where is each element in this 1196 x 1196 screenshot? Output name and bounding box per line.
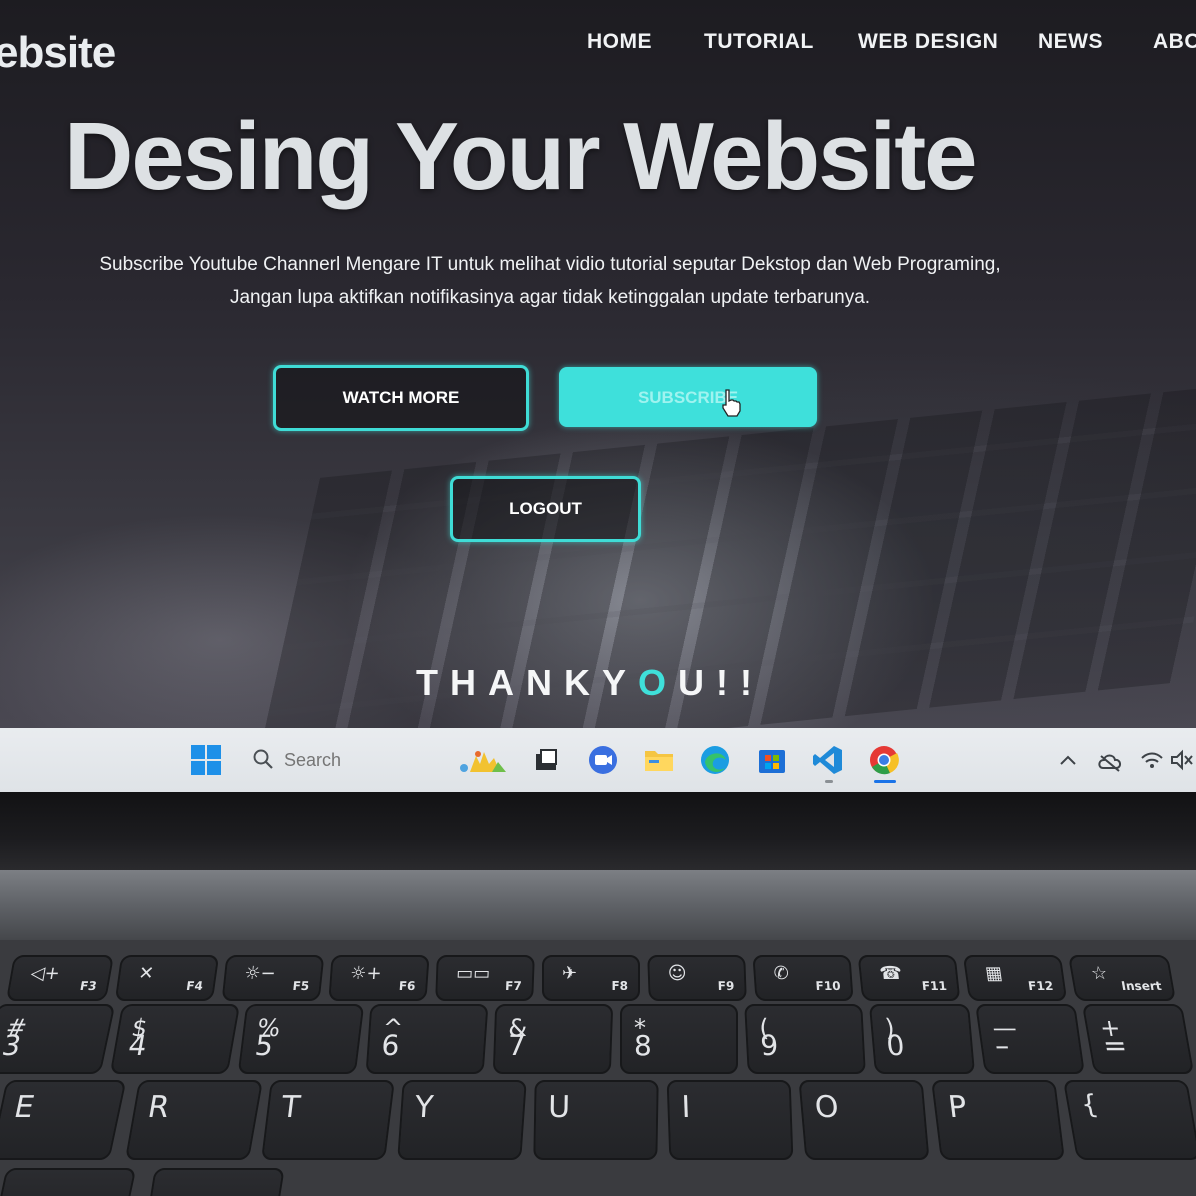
key-6[interactable]: ^ 6 xyxy=(365,1004,489,1074)
taskbar-search[interactable] xyxy=(250,744,450,776)
chrome-active-indicator xyxy=(874,780,896,783)
main-nav: HOME TUTORIAL WEB DESIGN NEWS ABO xyxy=(0,30,1196,60)
hero-text-line-1: Subscribe Youtube Channerl Mengare IT un… xyxy=(99,254,1001,275)
laptop-bezel xyxy=(0,792,1196,870)
hand-cursor-icon xyxy=(722,389,741,417)
key-f8[interactable]: ✈ F8 xyxy=(542,955,640,1001)
thank-you-highlight: O xyxy=(638,662,679,703)
key-partial-1[interactable] xyxy=(0,1168,137,1196)
search-icon xyxy=(253,749,273,769)
watch-more-button[interactable]: WATCH MORE xyxy=(273,365,529,431)
key-0[interactable]: ) 0 xyxy=(868,1004,976,1074)
thank-you-text: THANKYOU!! xyxy=(416,662,764,704)
photo-of-laptop: { "site": { "brand": "ebsite", "nav": ["… xyxy=(0,0,1196,1196)
start-icon[interactable] xyxy=(190,744,222,776)
star-icon: ☆ xyxy=(1089,963,1110,984)
nav-web-design[interactable]: WEB DESIGN xyxy=(858,30,998,54)
key-8[interactable]: * 8 xyxy=(620,1004,738,1074)
hang-up-icon: ☎ xyxy=(878,963,904,984)
meet-icon[interactable] xyxy=(587,744,619,776)
subscribe-button[interactable]: SUBSCRIBE xyxy=(559,367,817,427)
key-equals[interactable]: + = xyxy=(1081,1004,1195,1074)
airplane-icon: ✈ xyxy=(562,963,578,984)
browser-screen: ebsite HOME TUTORIAL WEB DESIGN NEWS ABO… xyxy=(0,0,1196,728)
thank-you-part-1: THANKY xyxy=(416,662,638,703)
key-f4[interactable]: ✕ F4 xyxy=(114,955,220,1001)
task-view-icon[interactable] xyxy=(530,744,562,776)
key-f3[interactable]: ◁+ F3 xyxy=(5,955,115,1001)
cloud-icon[interactable] xyxy=(1097,744,1123,776)
nav-news[interactable]: NEWS xyxy=(1038,30,1103,54)
key-left-brace[interactable]: { xyxy=(1062,1080,1196,1160)
key-i[interactable]: I xyxy=(666,1080,794,1160)
nav-home[interactable]: HOME xyxy=(587,30,652,54)
key-insert[interactable]: ☆ Insert xyxy=(1067,955,1177,1001)
windows-taskbar xyxy=(0,728,1196,792)
logout-button[interactable]: LOGOUT xyxy=(450,476,641,542)
key-f6[interactable]: ☼+ F6 xyxy=(328,955,430,1001)
key-f10[interactable]: ✆ F10 xyxy=(752,955,854,1001)
key-o[interactable]: O xyxy=(798,1080,930,1160)
nav-tutorial[interactable]: TUTORIAL xyxy=(704,30,814,54)
key-f7[interactable]: ▭▭ F7 xyxy=(435,955,535,1001)
key-t[interactable]: T xyxy=(261,1080,395,1160)
key-5[interactable]: % 5 xyxy=(237,1004,365,1074)
hero-title: Desing Your Website xyxy=(64,103,978,210)
volume-up-icon: ◁+ xyxy=(28,963,62,984)
key-f5[interactable]: ☼− F5 xyxy=(221,955,325,1001)
hero-description: Subscribe Youtube Channerl Mengare IT un… xyxy=(60,248,1040,314)
smart-assist-icon: ☺ xyxy=(667,963,687,984)
key-f11[interactable]: ☎ F11 xyxy=(857,955,961,1001)
calculator-icon: ▦ xyxy=(983,963,1004,984)
edge-icon[interactable] xyxy=(699,744,731,776)
volume-mute-icon[interactable] xyxy=(1170,744,1194,776)
chrome-icon[interactable] xyxy=(868,744,900,776)
vscode-running-indicator xyxy=(825,780,833,783)
key-3[interactable]: #3 xyxy=(0,1004,116,1074)
key-f12[interactable]: ▦ F12 xyxy=(962,955,1068,1001)
wifi-icon[interactable] xyxy=(1140,744,1164,776)
store-icon[interactable] xyxy=(756,744,788,776)
search-input[interactable] xyxy=(282,746,446,774)
thank-you-part-2: U!! xyxy=(678,662,764,703)
key-7[interactable]: & 7 xyxy=(492,1004,614,1074)
key-u[interactable]: U xyxy=(533,1080,659,1160)
key-r[interactable]: R xyxy=(124,1080,264,1160)
key-e[interactable]: E xyxy=(0,1080,127,1160)
vscode-icon[interactable] xyxy=(812,744,844,776)
mic-mute-icon: ✕ xyxy=(137,963,156,984)
key-minus[interactable]: — – xyxy=(975,1004,1085,1074)
brightness-down-icon: ☼− xyxy=(243,963,277,984)
widgets-icon[interactable] xyxy=(456,744,510,776)
keyboard-deck: ◁+ F3 ✕ F4 ☼− F5 ☼+ F6 ▭▭ F7 ✈ F8 ☺ F9 ✆ F10 ☎ F1… xyxy=(0,940,1196,1196)
key-partial-2[interactable] xyxy=(145,1168,285,1196)
brightness-up-icon: ☼+ xyxy=(349,963,383,984)
file-explorer-icon[interactable] xyxy=(643,744,675,776)
key-f9[interactable]: ☺ F9 xyxy=(647,955,747,1001)
key-y[interactable]: Y xyxy=(397,1080,527,1160)
laptop-hinge xyxy=(0,870,1196,940)
key-4[interactable]: $4 xyxy=(109,1004,241,1074)
display-icon: ▭▭ xyxy=(455,963,491,984)
phone-icon: ✆ xyxy=(772,963,790,984)
key-p[interactable]: P xyxy=(931,1080,1065,1160)
key-9[interactable]: (9 xyxy=(744,1004,866,1074)
chevron-up-icon[interactable] xyxy=(1056,744,1080,776)
nav-about[interactable]: ABO xyxy=(1153,30,1196,54)
hero-text-line-2: Jangan lupa aktifkan notifikasinya agar … xyxy=(229,287,871,308)
